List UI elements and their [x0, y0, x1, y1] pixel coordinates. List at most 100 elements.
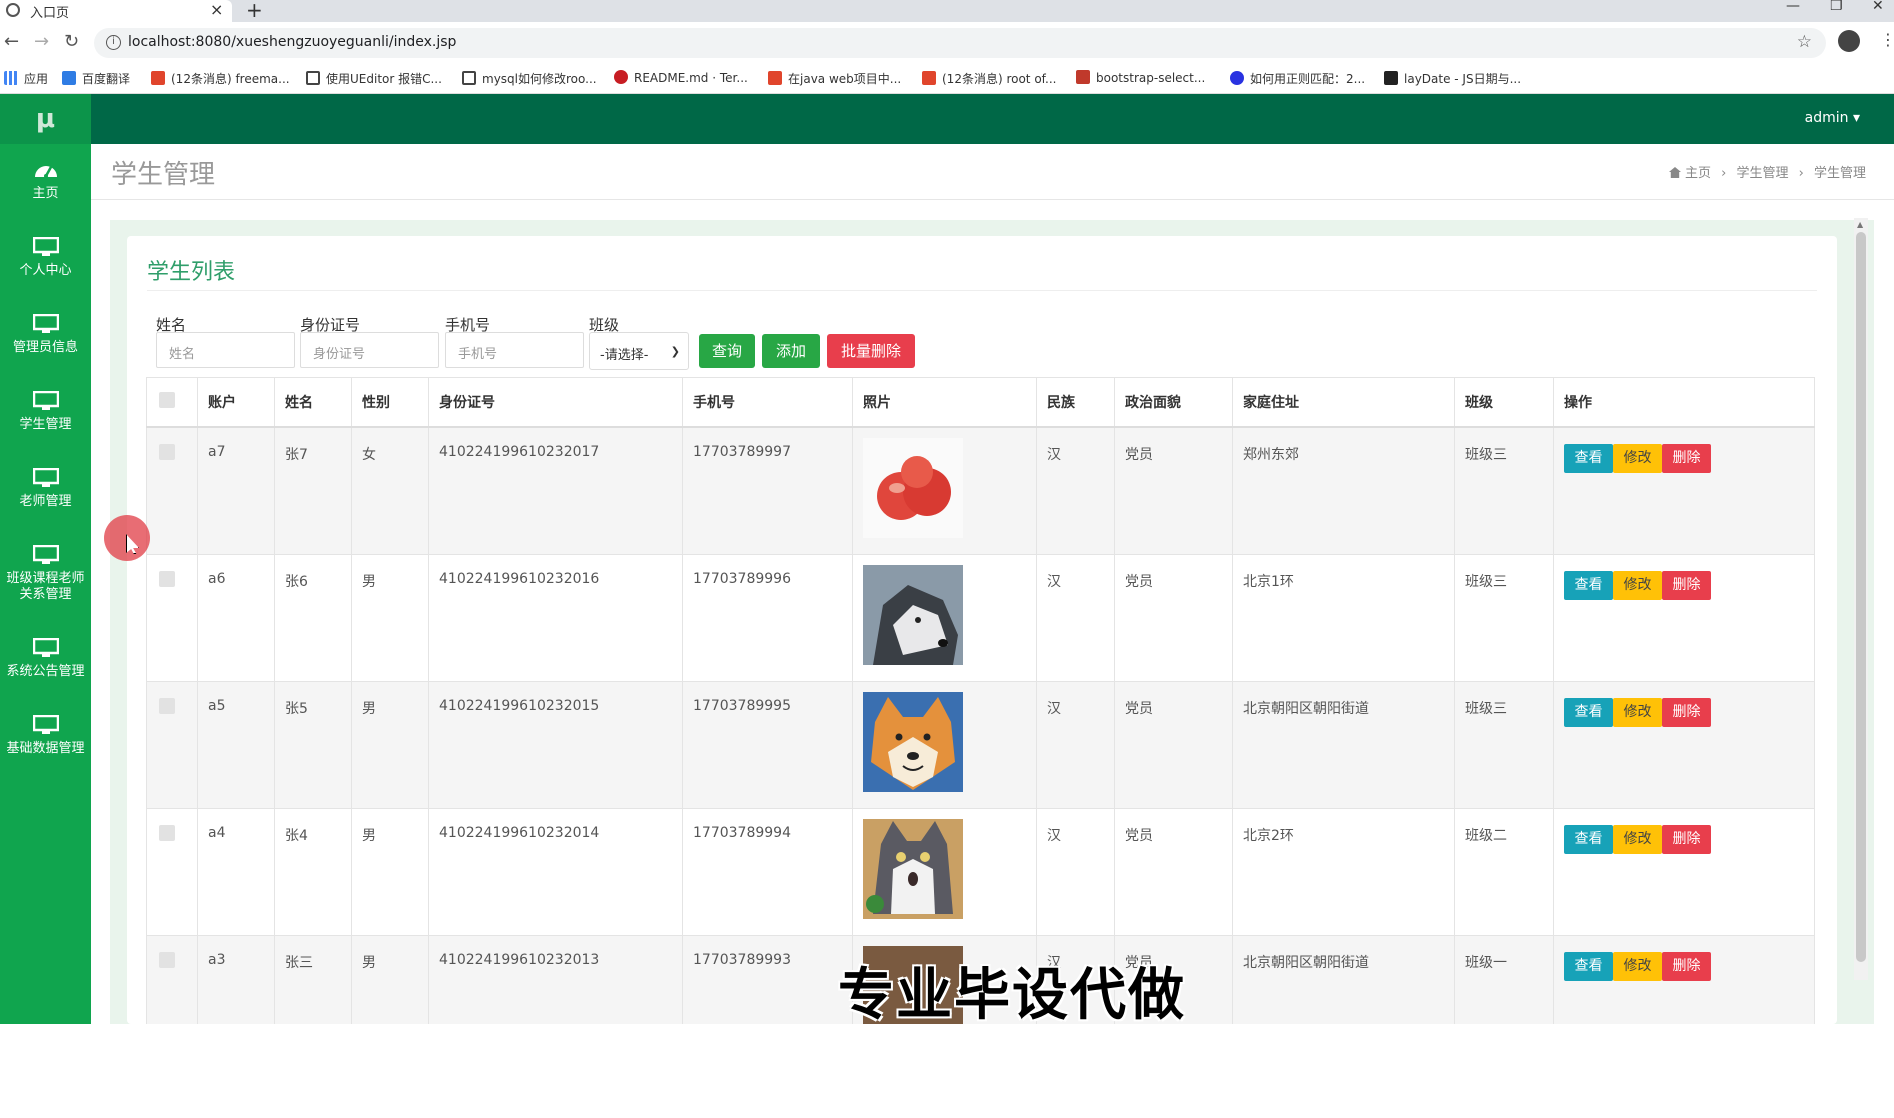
monitor-icon [32, 715, 59, 734]
bookmark-item[interactable]: layDate - JS日期与... [1384, 70, 1521, 87]
table-row: a4 张4 男 410224199610232014 17703789994 汉… [146, 807, 1815, 936]
bookmark-item[interactable]: (12条消息) root of... [922, 70, 1056, 87]
sidebar-item-notices[interactable]: 系统公告管理 [0, 624, 91, 701]
col-political: 政治面貌 [1114, 377, 1233, 428]
breadcrumb: 主页 › 学生管理 › 学生管理 [1663, 162, 1866, 181]
row-checkbox[interactable] [159, 824, 175, 841]
back-icon[interactable]: ← [4, 31, 19, 52]
browser-menu-icon[interactable]: ⋮ [1880, 30, 1894, 49]
row-checkbox[interactable] [159, 697, 175, 714]
view-button[interactable]: 查看 [1564, 697, 1613, 727]
bookmark-apps[interactable]: 应用 [4, 70, 48, 87]
sidebar-item-admin-info[interactable]: 管理员信息 [0, 300, 91, 377]
browser-tab[interactable]: 入口页 × [0, 0, 232, 22]
col-actions: 操作 [1553, 377, 1815, 428]
bookmark-item[interactable]: 如何用正则匹配：2... [1230, 70, 1365, 87]
breadcrumb-home[interactable]: 主页 [1685, 166, 1711, 181]
bookmark-star-icon[interactable]: ☆ [1797, 32, 1812, 52]
monitor-icon [32, 468, 59, 487]
profile-icon[interactable] [1838, 30, 1860, 52]
user-menu[interactable]: admin ▾ [1805, 110, 1860, 126]
sidebar-item-home[interactable]: 主页 [0, 146, 91, 223]
delete-button[interactable]: 删除 [1662, 570, 1711, 600]
view-button[interactable]: 查看 [1564, 570, 1613, 600]
cell-actions: 查看 修改 删除 [1553, 807, 1815, 936]
apps-icon [4, 71, 18, 85]
view-button[interactable]: 查看 [1564, 824, 1613, 854]
table-header-row: 账户 姓名 性别 身份证号 手机号 照片 民族 政治面貌 家庭住址 班级 操作 [146, 377, 1815, 428]
bookmark-item[interactable]: 百度翻译 [62, 70, 130, 87]
row-checkbox[interactable] [159, 443, 175, 460]
edit-button[interactable]: 修改 [1613, 443, 1662, 473]
edit-button[interactable]: 修改 [1613, 951, 1662, 981]
sidebar-item-students[interactable]: 学生管理 [0, 377, 91, 454]
bookmark-item[interactable]: 使用UEditor 报错C... [306, 70, 442, 87]
edit-button[interactable]: 修改 [1613, 697, 1662, 727]
class-select[interactable]: -请选择- ❯ [589, 332, 689, 370]
row-checkbox[interactable] [159, 570, 175, 587]
bookmark-item[interactable]: bootstrap-select... [1076, 70, 1205, 85]
cell-name: 张4 [274, 807, 352, 936]
delete-button[interactable]: 删除 [1662, 824, 1711, 854]
cell-actions: 查看 修改 删除 [1553, 426, 1815, 555]
minimize-icon[interactable]: — [1786, 0, 1800, 14]
bookmark-item[interactable]: README.md · Ter... [614, 70, 748, 85]
close-tab-icon[interactable]: × [210, 0, 223, 19]
delete-button[interactable]: 删除 [1662, 443, 1711, 473]
translate-icon [62, 71, 76, 85]
scroll-thumb[interactable] [1856, 232, 1866, 962]
site-icon [462, 71, 476, 85]
row-checkbox[interactable] [159, 951, 175, 968]
view-button[interactable]: 查看 [1564, 443, 1613, 473]
table-row: a5 张5 男 410224199610232015 17703789995 汉… [146, 680, 1815, 809]
bookmark-item[interactable]: 在java web项目中... [768, 70, 901, 87]
batch-delete-button[interactable]: 批量删除 [827, 334, 915, 368]
new-tab-icon[interactable]: + [246, 0, 263, 22]
cell-account: a5 [197, 680, 275, 809]
cell-address: 北京朝阳区朝阳街道 [1232, 934, 1455, 1024]
row-select-cell [146, 426, 198, 555]
select-all-checkbox[interactable] [159, 391, 175, 408]
url-field[interactable]: i localhost:8080/xueshengzuoyeguanli/ind… [94, 28, 1826, 58]
edit-button[interactable]: 修改 [1613, 824, 1662, 854]
cell-photo [852, 426, 1037, 555]
cell-name: 张6 [274, 553, 352, 682]
phone-input[interactable]: 手机号 [445, 332, 584, 368]
col-name: 姓名 [274, 377, 352, 428]
window-close-icon[interactable]: ✕ [1872, 0, 1884, 14]
bookmark-item[interactable]: mysql如何修改roo... [462, 70, 597, 87]
scroll-up-icon[interactable]: ▲ [1857, 220, 1863, 229]
restore-icon[interactable]: ❐ [1830, 0, 1843, 14]
sidebar-item-teachers[interactable]: 老师管理 [0, 454, 91, 531]
sidebar-item-profile[interactable]: 个人中心 [0, 223, 91, 300]
info-icon[interactable]: i [106, 35, 121, 50]
cell-phone: 17703789996 [682, 553, 853, 682]
cell-class: 班级三 [1454, 426, 1554, 555]
sidebar-item-class-course-teacher[interactable]: 班级课程老师关系管理 [0, 531, 91, 623]
delete-button[interactable]: 删除 [1662, 697, 1711, 727]
name-input[interactable]: 姓名 [156, 332, 295, 368]
view-button[interactable]: 查看 [1564, 951, 1613, 981]
breadcrumb-section[interactable]: 学生管理 [1736, 166, 1788, 181]
photo-shiba [863, 691, 963, 792]
reload-icon[interactable]: ↻ [64, 31, 79, 52]
id-number-input[interactable]: 身份证号 [300, 332, 439, 368]
baidu-icon [1230, 71, 1244, 85]
add-button[interactable]: 添加 [762, 334, 820, 368]
sidebar: μ 主页 个人中心 管理员信息 学生管理 老师管理 班级课程老师关系管理 系统公… [0, 94, 91, 1024]
cell-name: 张7 [274, 426, 352, 555]
col-address: 家庭住址 [1232, 377, 1455, 428]
laydate-icon [1384, 71, 1398, 85]
edit-button[interactable]: 修改 [1613, 570, 1662, 600]
search-button[interactable]: 查询 [699, 334, 755, 368]
cell-actions: 查看 修改 删除 [1553, 680, 1815, 809]
cell-actions: 查看 修改 删除 [1553, 934, 1815, 1024]
forward-icon[interactable]: → [34, 31, 49, 52]
page-scrollbar[interactable]: ▲ [1854, 218, 1868, 980]
delete-button[interactable]: 删除 [1662, 951, 1711, 981]
cell-id-number: 410224199610232017 [428, 426, 683, 555]
bookmark-item[interactable]: (12条消息) freema... [151, 70, 290, 87]
cell-political: 党员 [1114, 807, 1233, 936]
sidebar-item-base-data[interactable]: 基础数据管理 [0, 701, 91, 778]
main: 学生管理 主页 › 学生管理 › 学生管理 学生列表 姓名 姓名 身份证号 身份… [91, 144, 1894, 1024]
